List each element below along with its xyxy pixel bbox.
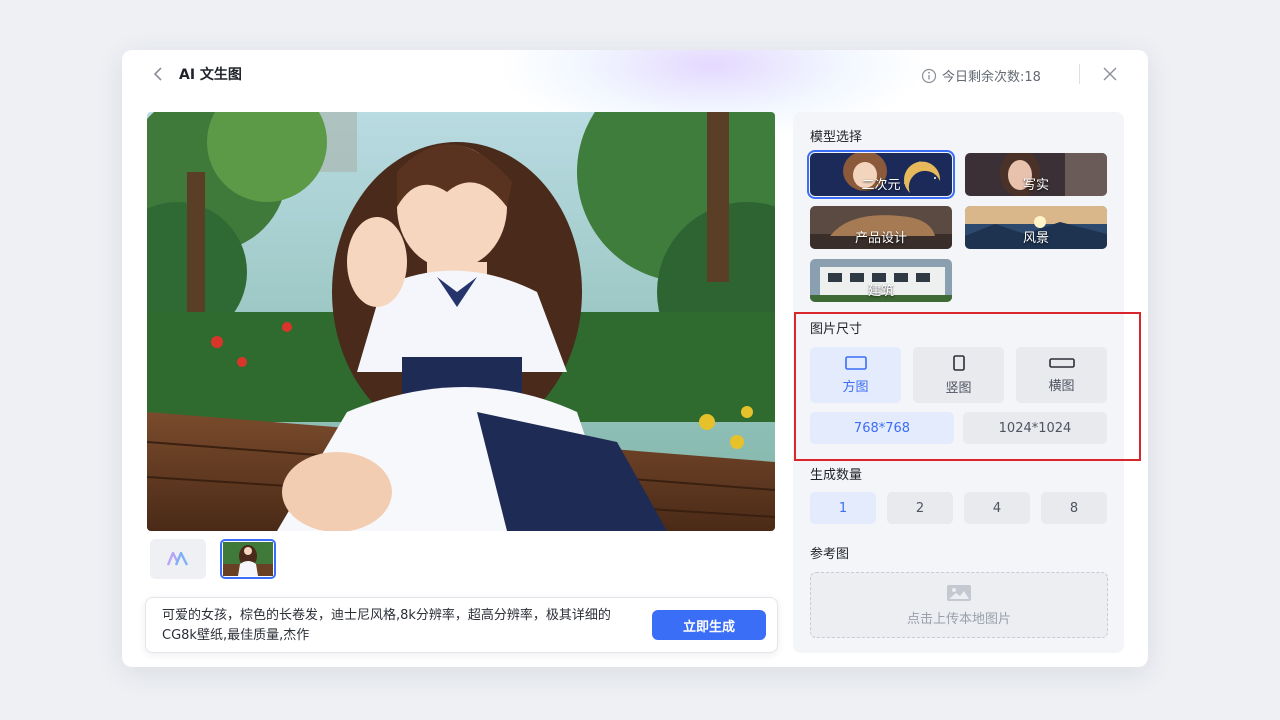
model-option-landscape[interactable]: 风景 <box>965 206 1107 249</box>
generate-button[interactable]: 立即生成 <box>652 610 766 640</box>
image-icon <box>947 584 971 601</box>
image-size-highlight-box <box>794 312 1141 461</box>
model-option-product-design[interactable]: 产品设计 <box>810 206 952 249</box>
model-option-architecture[interactable]: 建筑 <box>810 259 952 302</box>
model-label-landscape: 风景 <box>1022 231 1049 246</box>
result-thumbnails <box>150 539 276 579</box>
model-option-realistic[interactable]: 写实 <box>965 153 1107 196</box>
dialog-header: AI 文生图 今日剩余次数:18 <box>122 50 1148 100</box>
model-label-anime: 二次元 <box>861 178 901 193</box>
count-option-8[interactable]: 8 <box>1041 492 1107 524</box>
dialog-title: AI 文生图 <box>179 67 242 83</box>
count-section-title: 生成数量 <box>810 468 863 483</box>
prompt-text[interactable]: 可爱的女孩，棕色的长卷发，迪士尼风格,8k分辨率，超高分辨率，极其详细的CG8k… <box>162 606 632 646</box>
back-arrow-icon[interactable] <box>150 64 166 84</box>
thumbnail-result-1[interactable] <box>220 539 276 579</box>
model-option-anime[interactable]: 二次元 <box>807 150 955 199</box>
thumbnail-image <box>223 542 273 576</box>
remaining-count-label: 今日剩余次数:18 <box>942 70 1041 85</box>
generated-image-preview <box>147 112 775 531</box>
thumbnail-placeholder[interactable] <box>150 539 206 579</box>
model-label-architecture: 建筑 <box>867 284 894 299</box>
ai-logo-icon <box>167 552 189 566</box>
model-label-product-design: 产品设计 <box>854 231 907 246</box>
count-option-2[interactable]: 2 <box>887 492 953 524</box>
remaining-count: 今日剩余次数:18 <box>921 66 1041 85</box>
model-section-title: 模型选择 <box>810 130 863 145</box>
header-divider <box>1079 64 1080 84</box>
upload-label: 点击上传本地图片 <box>906 611 1011 627</box>
model-label-realistic: 写实 <box>1022 178 1049 193</box>
info-icon <box>921 68 937 83</box>
count-option-4[interactable]: 4 <box>964 492 1030 524</box>
reference-section-title: 参考图 <box>810 547 850 562</box>
close-icon[interactable] <box>1102 66 1118 82</box>
count-option-1[interactable]: 1 <box>810 492 876 524</box>
prompt-input-area[interactable]: 可爱的女孩，棕色的长卷发，迪士尼风格,8k分辨率，超高分辨率，极其详细的CG8k… <box>145 597 778 653</box>
upload-reference-image[interactable]: 点击上传本地图片 <box>810 572 1108 638</box>
